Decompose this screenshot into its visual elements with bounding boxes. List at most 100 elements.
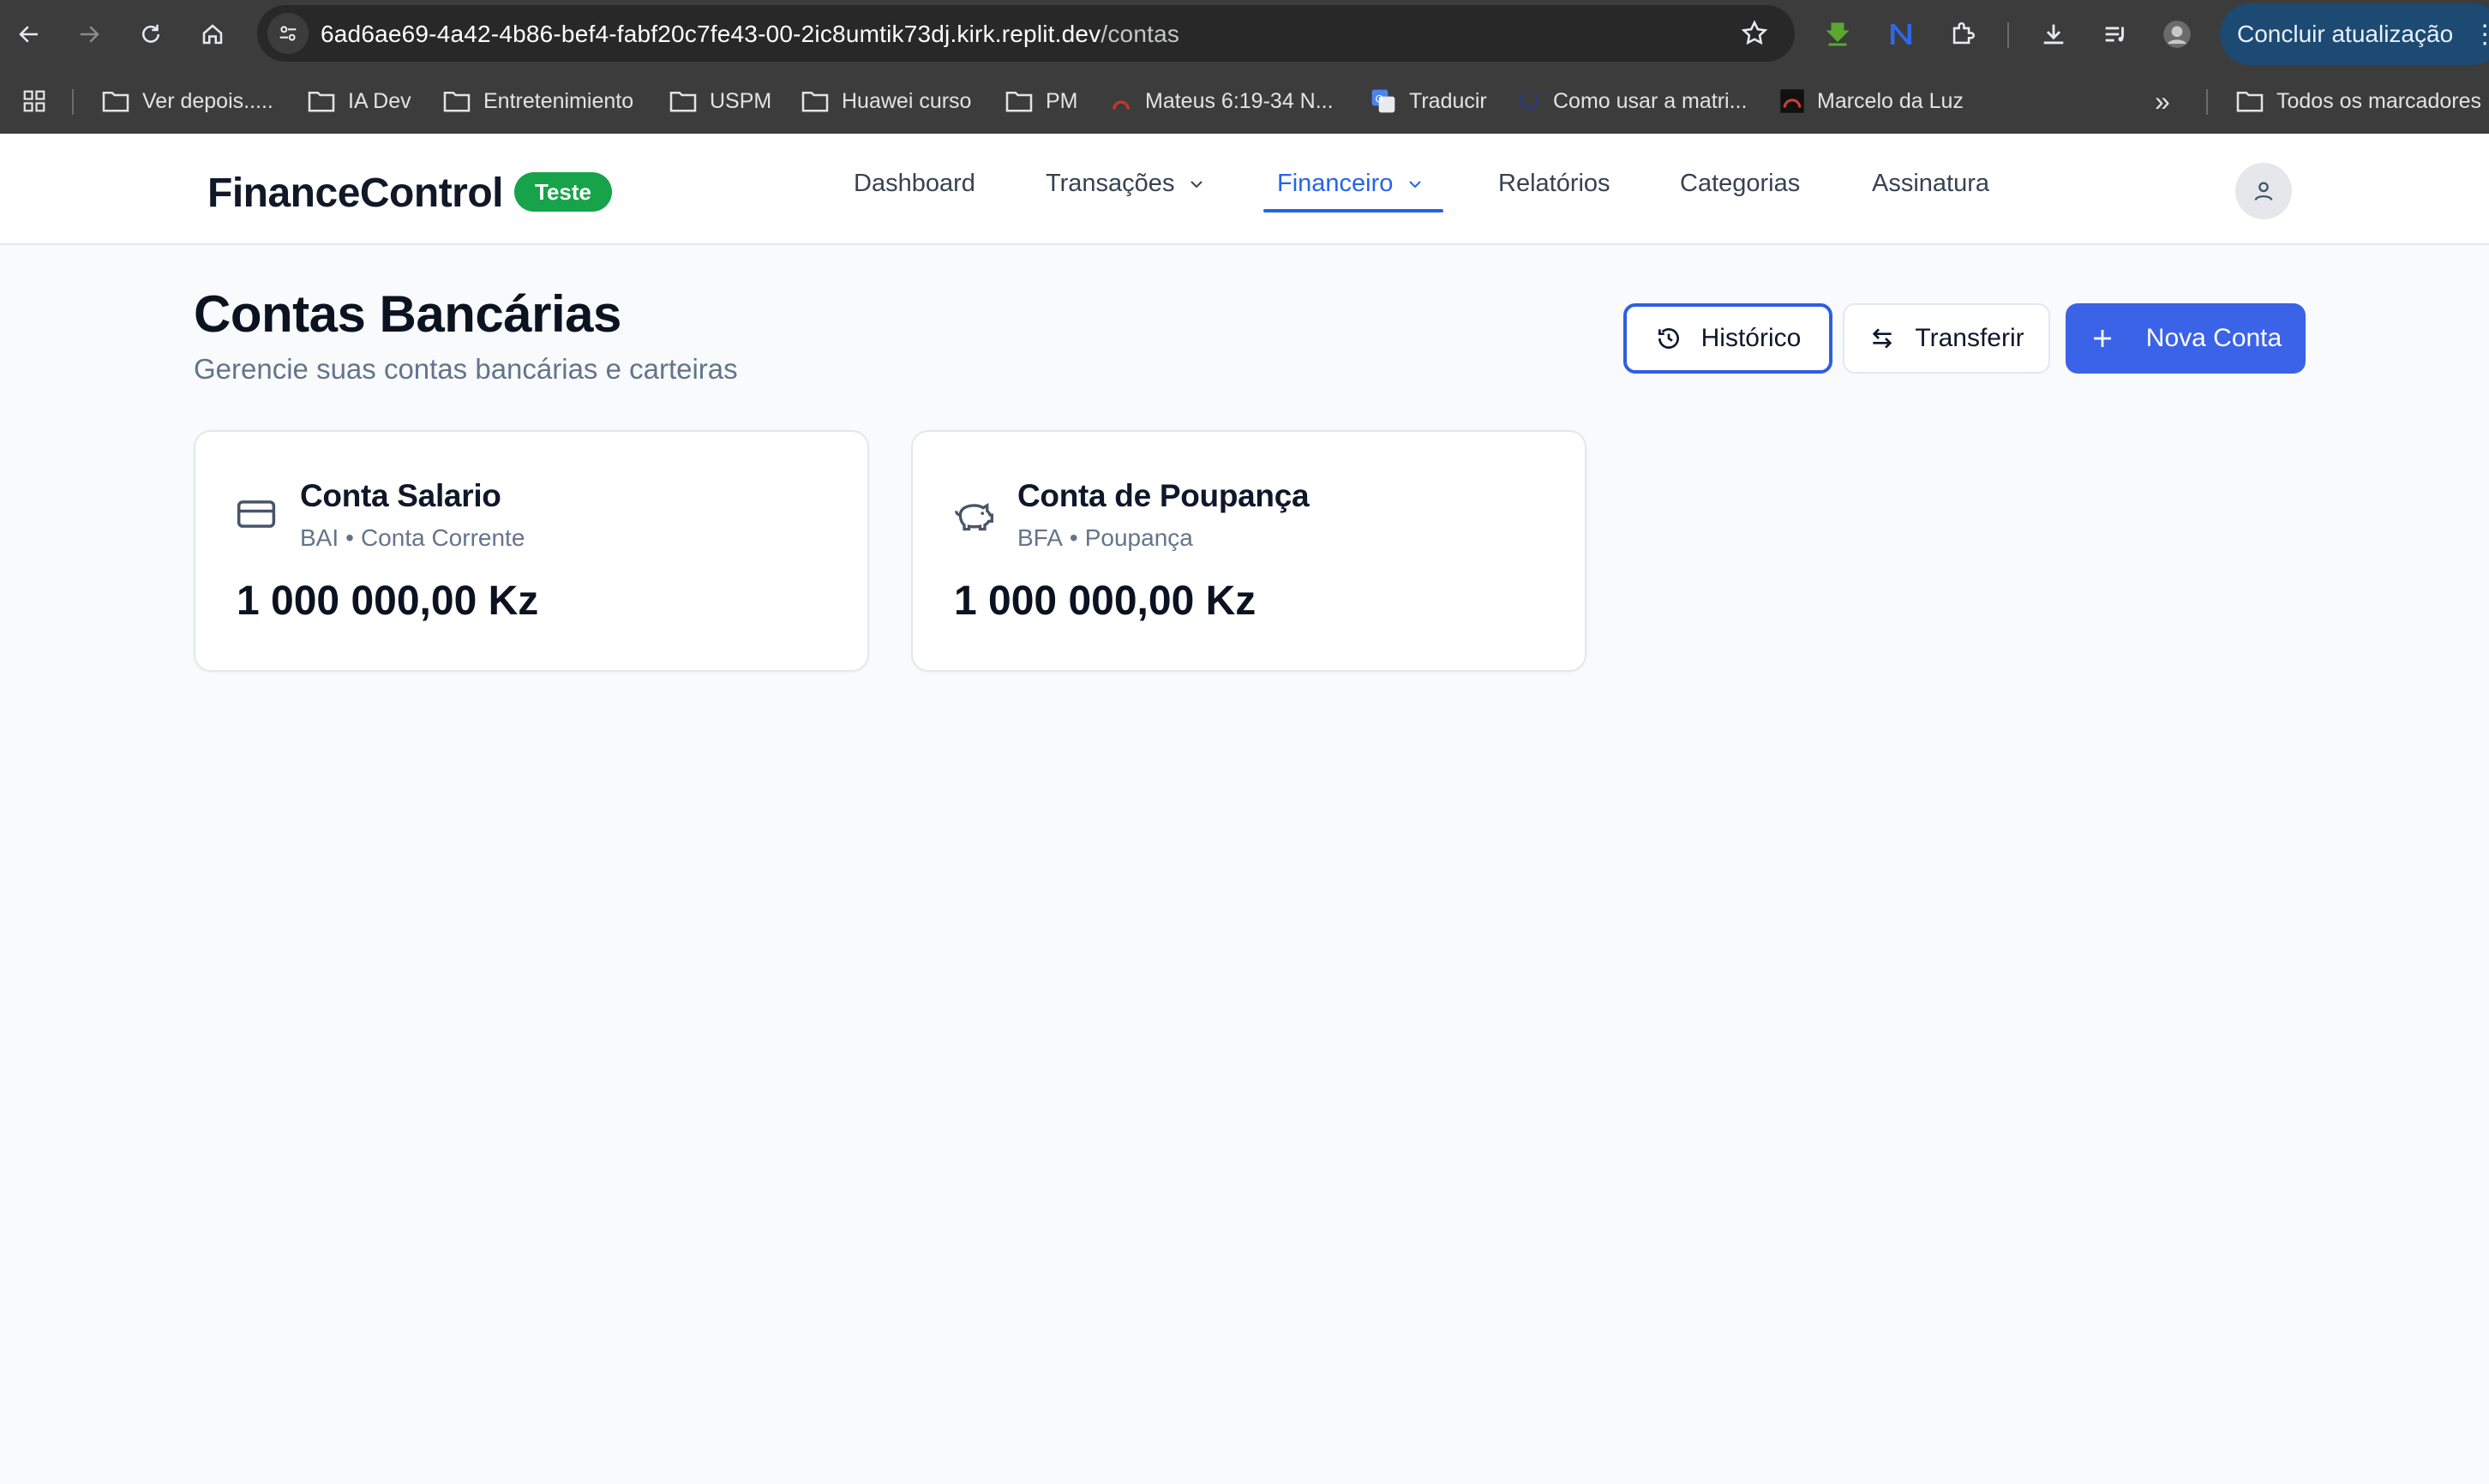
bookmark-label: USPM xyxy=(710,88,772,113)
transfer-button-label: Transferir xyxy=(1915,324,2024,352)
home-button[interactable] xyxy=(195,17,230,51)
environment-badge: Teste xyxy=(514,172,612,212)
more-vert-icon: ⋮ xyxy=(2472,20,2489,49)
transfer-arrows-icon xyxy=(1873,328,1892,349)
forward-button[interactable] xyxy=(72,17,106,51)
address-bar[interactable]: 6ad6ae69-4a42-4b86-bef4-fabf20c7fe43-00-… xyxy=(257,5,1795,62)
browser-chrome: 6ad6ae69-4a42-4b86-bef4-fabf20c7fe43-00-… xyxy=(0,0,2489,134)
account-card[interactable]: Conta Salario BAI • Conta Corrente 1 000 0… xyxy=(194,430,869,672)
reload-button[interactable] xyxy=(134,17,168,51)
nav-relatorios[interactable]: Relatórios xyxy=(1498,170,1610,198)
bookmark-label: Traducir xyxy=(1409,88,1487,113)
bookmark-label: Huawei curso xyxy=(842,88,972,113)
new-account-button-label: Nova Conta xyxy=(2145,324,2282,352)
account-card[interactable]: Conta de Poupança BFA • Poupança 1 000 000… xyxy=(911,430,1586,672)
bookmarks-bar: Ver depois..... IA Dev Entretenimiento U… xyxy=(0,69,2489,134)
chevron-down-icon xyxy=(1409,180,1422,188)
downloads-icon[interactable] xyxy=(2035,15,2072,53)
site-info-button[interactable] xyxy=(267,13,309,54)
arrow-left-icon xyxy=(19,26,38,43)
bookmark-label: Mateus 6:19-34 N... xyxy=(1145,88,1334,113)
extension-download-icon[interactable] xyxy=(1819,15,1856,53)
bookmark-marcelo[interactable]: Marcelo da Luz xyxy=(1779,86,1964,117)
chevron-down-icon xyxy=(1191,180,1203,188)
site-icon xyxy=(1520,92,1538,111)
bookmark-star-button[interactable] xyxy=(1740,19,1769,52)
back-button[interactable] xyxy=(12,17,46,51)
nav-dashboard-label: Dashboard xyxy=(854,170,975,197)
account-balance: 1 000 000,00 Kz xyxy=(954,578,1256,624)
nav-relatorios-label: Relatórios xyxy=(1498,170,1610,197)
folder-icon xyxy=(308,91,335,112)
active-nav-indicator xyxy=(1263,209,1443,212)
url-host: 6ad6ae69-4a42-4b86-bef4-fabf20c7fe43-00-… xyxy=(321,21,1101,47)
extensions-puzzle-icon[interactable] xyxy=(1944,15,1982,53)
account-type: Conta Corrente xyxy=(360,524,525,551)
bookmark-folder-pm[interactable]: PM xyxy=(1005,86,1078,117)
bookmark-como-usar[interactable]: Como usar a matri... xyxy=(1517,86,1747,117)
app-logo[interactable]: FinanceControl xyxy=(207,170,504,217)
extension-n-icon[interactable] xyxy=(1882,15,1920,53)
bookmark-folder-uspm[interactable]: USPM xyxy=(669,86,771,117)
account-meta: BAI • Conta Corrente xyxy=(300,524,525,552)
update-browser-button[interactable]: Concluir atualização ⋮ xyxy=(2220,3,2489,65)
nav-transacoes-label: Transações xyxy=(1046,170,1175,197)
bookmark-folder-ia-dev[interactable]: IA Dev xyxy=(307,86,411,117)
nav-categorias-label: Categorias xyxy=(1680,170,1801,197)
bookmark-divider xyxy=(72,89,74,115)
history-icon xyxy=(1658,328,1679,349)
folder-icon xyxy=(1005,91,1033,112)
user-avatar[interactable] xyxy=(2235,163,2292,219)
account-name: Conta Salario xyxy=(300,478,501,513)
history-button[interactable]: Histórico xyxy=(1623,303,1832,374)
app-header: FinanceControl Teste Dashboard Transaçõe… xyxy=(0,134,2489,245)
profile-avatar-icon[interactable] xyxy=(2158,15,2196,53)
star-icon xyxy=(1741,20,1768,45)
apps-grid-button[interactable] xyxy=(17,84,51,118)
folder-icon xyxy=(443,91,471,112)
folder-icon xyxy=(669,91,697,112)
bookmark-label: IA Dev xyxy=(348,88,411,113)
translate-icon: G xyxy=(1371,89,1395,113)
bookmark-folder-huawei[interactable]: Huawei curso xyxy=(801,86,971,117)
bookmark-label: Marcelo da Luz xyxy=(1817,88,1964,113)
meta-separator: • xyxy=(1069,524,1078,551)
page-title: Contas Bancárias xyxy=(194,285,621,343)
chevron-double-right-icon: » xyxy=(2155,85,2170,117)
bookmark-folder-ver-depois[interactable]: Ver depois..... xyxy=(101,86,273,117)
site-icon xyxy=(1113,100,1130,110)
nav-categorias[interactable]: Categorias xyxy=(1680,170,1800,198)
account-name: Conta de Poupança xyxy=(1017,478,1310,513)
nav-financeiro[interactable]: Financeiro xyxy=(1277,170,1425,198)
home-icon xyxy=(202,24,223,45)
update-button-label: Concluir atualização xyxy=(2237,21,2454,47)
apps-grid-icon xyxy=(23,90,45,112)
bookmark-label: Entretenimiento xyxy=(483,88,634,113)
bookmark-label: Ver depois..... xyxy=(142,88,273,113)
nav-dashboard[interactable]: Dashboard xyxy=(854,170,975,198)
bookmark-folder-entretenimiento[interactable]: Entretenimiento xyxy=(442,86,633,117)
bookmark-traducir[interactable]: G Traducir xyxy=(1370,86,1487,117)
site-icon xyxy=(1780,89,1804,113)
transfer-button[interactable]: Transferir xyxy=(1843,303,2050,374)
account-type: Poupança xyxy=(1084,524,1193,551)
media-queue-icon[interactable] xyxy=(2096,15,2134,53)
new-account-button[interactable]: Nova Conta xyxy=(2066,303,2306,374)
bookmark-label: PM xyxy=(1046,88,1078,113)
all-bookmarks-folder[interactable]: Todos os marcadores xyxy=(2235,86,2481,117)
bookmarks-overflow-button[interactable]: » xyxy=(2155,86,2170,117)
bookmark-mateus[interactable]: Mateus 6:19-34 N... xyxy=(1109,86,1334,117)
bookmark-divider xyxy=(2206,89,2208,115)
nav-assinatura-label: Assinatura xyxy=(1872,170,1990,197)
folder-icon xyxy=(801,91,829,112)
credit-card-icon xyxy=(237,497,276,536)
arrow-right-icon xyxy=(81,26,99,43)
account-meta: BFA • Poupança xyxy=(1017,524,1193,552)
meta-separator: • xyxy=(345,524,354,551)
account-bank: BFA xyxy=(1017,524,1063,551)
account-balance: 1 000 000,00 Kz xyxy=(237,578,539,624)
nav-assinatura[interactable]: Assinatura xyxy=(1872,170,1989,198)
reload-icon xyxy=(142,24,159,43)
page-subtitle: Gerencie suas contas bancárias e carteir… xyxy=(194,353,738,385)
nav-transacoes[interactable]: Transações xyxy=(1046,170,1207,198)
